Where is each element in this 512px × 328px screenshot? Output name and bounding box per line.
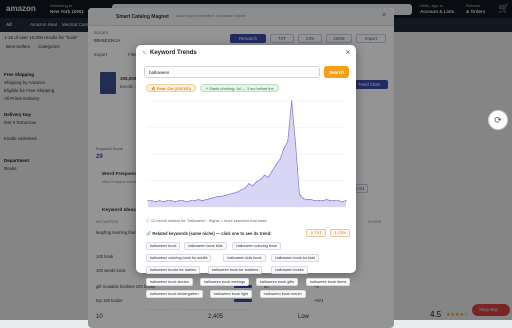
- refresh-icon[interactable]: ⟳: [488, 110, 508, 130]
- trend-point: [279, 158, 281, 160]
- trend-point: [197, 198, 200, 201]
- trend-point: [337, 200, 339, 202]
- trend-point: [318, 200, 320, 202]
- modal-title: Keyword Trends: [150, 50, 197, 56]
- keyword-trends-modal: ✎ Keyword Trends × Search 🔥 Peak: Oct (1…: [136, 45, 356, 312]
- trend-point: [213, 196, 215, 199]
- peak-badge: 🔥 Peak: Oct (100/100): [146, 84, 196, 92]
- related-keyword-chip[interactable]: halloween books: [271, 266, 308, 274]
- trend-point: [155, 201, 157, 203]
- trend-point: [170, 200, 172, 202]
- trend-point: [240, 189, 242, 191]
- trend-point: [248, 183, 250, 185]
- trend-point: [228, 193, 231, 195]
- related-title: 🔗 Related keywords (same niche) — click …: [146, 231, 272, 236]
- trend-point: [151, 200, 153, 202]
- trend-point: [294, 142, 297, 144]
- trend-point: [225, 194, 227, 196]
- trend-point: [306, 198, 308, 201]
- trend-point: [205, 198, 207, 201]
- trend-point: [209, 197, 211, 200]
- related-keyword-chip[interactable]: halloween coloring book: [232, 242, 282, 250]
- chart-note: ⓘ 12-month relative for "halloween". Hig…: [146, 219, 268, 223]
- pencil-icon: ✎: [142, 51, 148, 57]
- trend-point: [201, 200, 203, 202]
- trend-point: [244, 187, 246, 189]
- trend-point: [310, 198, 312, 201]
- related-keyword-chip[interactable]: halloween book earrings: [199, 278, 250, 286]
- trend-point: [267, 176, 269, 178]
- trend-point: [275, 164, 277, 166]
- trend-point: [147, 200, 149, 202]
- trend-point: [287, 140, 289, 142]
- trend-point: [166, 200, 169, 202]
- trend-point: [302, 197, 304, 200]
- related-txt-button[interactable]: ⇩ TXT: [306, 229, 326, 237]
- search-button[interactable]: Search: [324, 66, 349, 78]
- trend-point: [186, 201, 188, 203]
- related-keyword-chip[interactable]: halloween book for toddlers: [207, 266, 263, 274]
- related-keyword-chip[interactable]: halloween book for kids: [271, 254, 320, 262]
- trend-point: [341, 201, 343, 203]
- trend-point: [162, 201, 165, 203]
- trend-point: [232, 192, 235, 194]
- trend-point: [159, 200, 161, 202]
- trend-point: [298, 193, 301, 195]
- related-keyword-chip[interactable]: halloween book kindergarten: [146, 290, 203, 298]
- trend-point: [322, 200, 324, 202]
- trend-point: [325, 198, 328, 201]
- related-keyword-chip[interactable]: halloween coloring book for adults: [146, 254, 212, 262]
- related-keyword-chip[interactable]: halloween book stories: [146, 278, 193, 286]
- keyword-search-input[interactable]: [144, 66, 320, 78]
- trend-point: [236, 191, 238, 193]
- trend-point: [291, 100, 293, 102]
- related-keyword-chip[interactable]: halloween books for babies: [146, 266, 201, 274]
- trend-point: [217, 195, 219, 197]
- trend-chart: [147, 100, 347, 208]
- related-keyword-chip[interactable]: halloween book kids: [184, 242, 227, 250]
- trend-point: [259, 178, 262, 181]
- related-keyword-chip[interactable]: halloween book items: [305, 278, 351, 286]
- related-keyword-chip[interactable]: halloween book gifts: [255, 278, 299, 286]
- related-keyword-chip[interactable]: halloween book merch: [259, 290, 306, 298]
- trend-point: [256, 180, 258, 183]
- trend-point: [182, 200, 184, 202]
- related-csv-button[interactable]: ⇩ CSV: [330, 229, 350, 237]
- trend-point: [221, 195, 223, 197]
- trend-point: [263, 174, 266, 176]
- trend-point: [271, 170, 273, 172]
- trend-point: [345, 200, 347, 202]
- related-keyword-chip[interactable]: halloween book: [146, 242, 181, 250]
- trend-point: [283, 148, 285, 150]
- trend-point: [252, 185, 254, 187]
- trend-point: [314, 200, 316, 202]
- trend-point: [174, 201, 176, 203]
- modal-footer: Related in season: 3+ 100 scores this ye…: [146, 308, 250, 312]
- season-badge: ↗ Starts climbing: Jul — 3 mo before the: [200, 84, 279, 92]
- trend-point: [193, 200, 196, 202]
- trend-point: [190, 200, 192, 202]
- related-keyword-chip[interactable]: halloween book light: [209, 290, 253, 298]
- trend-point: [178, 200, 180, 202]
- trend-point: [333, 200, 335, 202]
- close-icon[interactable]: ×: [345, 48, 350, 57]
- trend-point: [329, 200, 332, 202]
- related-keyword-chip[interactable]: halloween kids book: [223, 254, 266, 262]
